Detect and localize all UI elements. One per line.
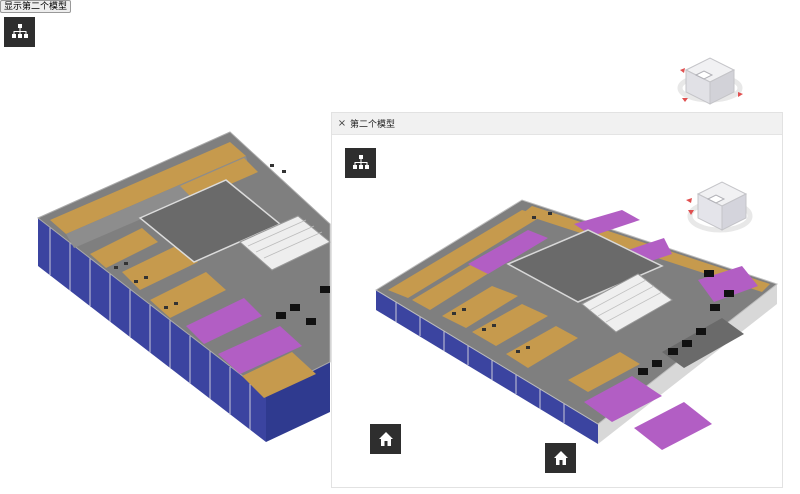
panel-header: × 第二个模型 [332,113,782,135]
building-model-3d[interactable] [30,124,335,464]
home-icon [378,432,393,446]
show-second-model-button[interactable]: 显示第二个模型 [0,0,72,13]
close-button[interactable]: × [337,118,347,129]
home-button[interactable] [370,424,401,454]
panel-model-browser-button[interactable] [345,148,376,178]
panel-building-model-3d[interactable] [372,192,784,482]
home-button-secondary[interactable] [545,443,576,473]
hierarchy-icon [352,155,369,169]
home-icon [553,451,568,465]
viewcube[interactable] [672,42,752,110]
model-browser-button[interactable] [4,17,35,47]
panel-title: 第二个模型 [350,120,396,130]
hierarchy-icon [11,24,28,38]
